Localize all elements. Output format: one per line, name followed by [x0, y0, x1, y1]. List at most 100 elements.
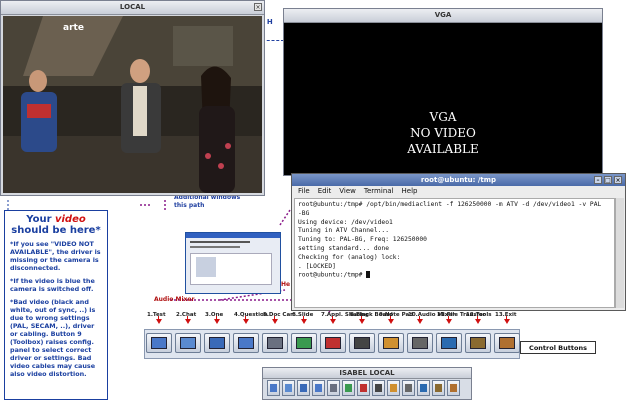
toolbar-button-3[interactable]: [204, 333, 230, 353]
terminal-line: Using device: /dev/video1: [298, 218, 393, 226]
isabel-button-9[interactable]: [387, 380, 400, 396]
red-arrow-head-icon: [475, 319, 481, 324]
isabel-button-3[interactable]: [297, 380, 310, 396]
toolbar-button-2[interactable]: [175, 333, 201, 353]
terminal-window-controls: – □ ×: [594, 176, 622, 184]
vga-message-line-3: AVAILABLE: [407, 142, 479, 156]
isabel-local-window[interactable]: ISABEL LOCAL: [262, 367, 472, 400]
terminal-menubar: File Edit View Terminal Help: [292, 186, 625, 197]
help-paragraph-3: *Bad video (black and white, out of sync…: [10, 298, 96, 378]
audio-mixer-annotation: Audio Mixer: [154, 296, 195, 303]
isabel-button-4[interactable]: [312, 380, 325, 396]
toolbar-label-1: 1.Test: [147, 312, 166, 318]
toolbar-button-5[interactable]: [262, 333, 288, 353]
toolbar-label-12: 12.Tools: [466, 312, 492, 318]
toolbar-button-8[interactable]: [349, 333, 375, 353]
isabel-button-6[interactable]: [342, 380, 355, 396]
terminal-titlebar[interactable]: root@ubuntu: /tmp – □ ×: [292, 174, 625, 186]
notepad-icon: [383, 337, 399, 349]
toolbar-button-7[interactable]: [320, 333, 346, 353]
notepad-icon: [390, 384, 397, 392]
terminal-line: -BG: [298, 209, 310, 217]
blackboard-icon: [375, 384, 382, 392]
toolbar-button-6[interactable]: [291, 333, 317, 353]
menu-terminal[interactable]: Terminal: [364, 186, 394, 197]
isabel-button-13[interactable]: [447, 380, 460, 396]
terminal-line: setting standard... done: [298, 244, 389, 252]
isabel-button-12[interactable]: [432, 380, 445, 396]
vga-no-video-message: VGA NO VIDEO AVAILABLE: [284, 109, 602, 157]
isabel-button-5[interactable]: [327, 380, 340, 396]
arte-logo: arte: [63, 23, 84, 33]
help-heading: Your video should be here*: [10, 214, 102, 236]
control-toolbar: 1.Test 2.Chat 3.One 4.Question 5.Doc Cam. 6.S…: [144, 312, 520, 363]
terminal-window[interactable]: root@ubuntu: /tmp – □ × File Edit View T…: [291, 173, 626, 311]
help-heading-prefix: Your: [26, 214, 55, 225]
app-sharing-icon: [325, 337, 341, 349]
app-sharing-icon: [360, 384, 367, 392]
menu-file[interactable]: File: [298, 186, 310, 197]
isabel-button-7[interactable]: [357, 380, 370, 396]
terminal-line: root@ubuntu:/tmp# /opt/bin/mediaclient -…: [298, 201, 602, 208]
red-arrow-head-icon: [156, 319, 162, 324]
terminal-cursor: [366, 271, 371, 279]
isabel-button-8[interactable]: [372, 380, 385, 396]
isabel-button-11[interactable]: [417, 380, 430, 396]
terminal-output[interactable]: root@ubuntu:/tmp# /opt/bin/mediaclient -…: [294, 198, 615, 308]
vga-window-title[interactable]: VGA: [284, 9, 602, 23]
terminal-line: Checking for (analog) lock:: [298, 253, 401, 261]
question-icon: [238, 337, 254, 349]
maximize-icon[interactable]: □: [604, 176, 612, 184]
red-arrow-head-icon: [243, 319, 249, 324]
menu-help[interactable]: Help: [402, 186, 418, 197]
red-arrow-head-icon: [446, 319, 452, 324]
annotation-fragment-mid2: this path: [174, 202, 205, 209]
red-arrow-head-icon: [417, 319, 423, 324]
tools-icon: [470, 337, 486, 349]
terminal-line: Tuning in ATV Channel...: [298, 227, 389, 235]
vga-message-line-1: VGA: [429, 110, 457, 124]
menu-view[interactable]: View: [339, 186, 356, 197]
audio-mixer-icon: [412, 337, 428, 349]
help-paragraph-1: *If you see "VIDEO NOT AVAILABLE", the d…: [10, 240, 101, 272]
terminal-prompt: root@ubuntu:/tmp#: [298, 271, 367, 279]
red-arrow-head-icon: [388, 319, 394, 324]
local-window[interactable]: LOCAL × arte: [0, 0, 265, 196]
toolbar-button-4[interactable]: [233, 333, 259, 353]
close-icon[interactable]: ×: [614, 176, 622, 184]
vga-window[interactable]: VGA VGA NO VIDEO AVAILABLE: [283, 8, 603, 176]
close-icon[interactable]: ×: [254, 3, 262, 11]
help-thumbnail: [185, 232, 281, 294]
exit-icon: [450, 384, 457, 392]
vga-message-line-2: NO VIDEO: [410, 126, 476, 140]
audio-mixer-icon: [405, 384, 412, 392]
help-paragraph-2: *If the video is blue the camera is swit…: [10, 277, 95, 293]
toolbar-button-12[interactable]: [465, 333, 491, 353]
isabel-button-2[interactable]: [282, 380, 295, 396]
toolbar-button-10[interactable]: [407, 333, 433, 353]
red-arrow-head-icon: [272, 319, 278, 324]
isabel-toolbar: [267, 380, 467, 398]
toolbar-button-9[interactable]: [378, 333, 404, 353]
file-transfer-icon: [420, 384, 427, 392]
terminal-scrollbar[interactable]: [615, 198, 624, 308]
toolbar-button-1[interactable]: [146, 333, 172, 353]
slide-icon: [296, 337, 312, 349]
red-arrow-head-icon: [504, 319, 510, 324]
question-icon: [315, 384, 322, 392]
red-arrow-head-icon: [359, 319, 365, 324]
menu-edit[interactable]: Edit: [318, 186, 332, 197]
toolbar-button-13[interactable]: [494, 333, 520, 353]
isabel-button-1[interactable]: [267, 380, 280, 396]
toolbar-button-11[interactable]: [436, 333, 462, 353]
chat-icon: [285, 384, 292, 392]
local-window-title[interactable]: LOCAL: [1, 1, 264, 15]
annotation-dash: [262, 40, 284, 44]
minimize-icon[interactable]: –: [594, 176, 602, 184]
isabel-button-10[interactable]: [402, 380, 415, 396]
one-icon: [209, 337, 225, 349]
red-arrow-head-icon: [301, 319, 307, 324]
red-arrow-head-icon: [214, 319, 220, 324]
slide-icon: [345, 384, 352, 392]
isabel-local-title[interactable]: ISABEL LOCAL: [263, 368, 471, 379]
